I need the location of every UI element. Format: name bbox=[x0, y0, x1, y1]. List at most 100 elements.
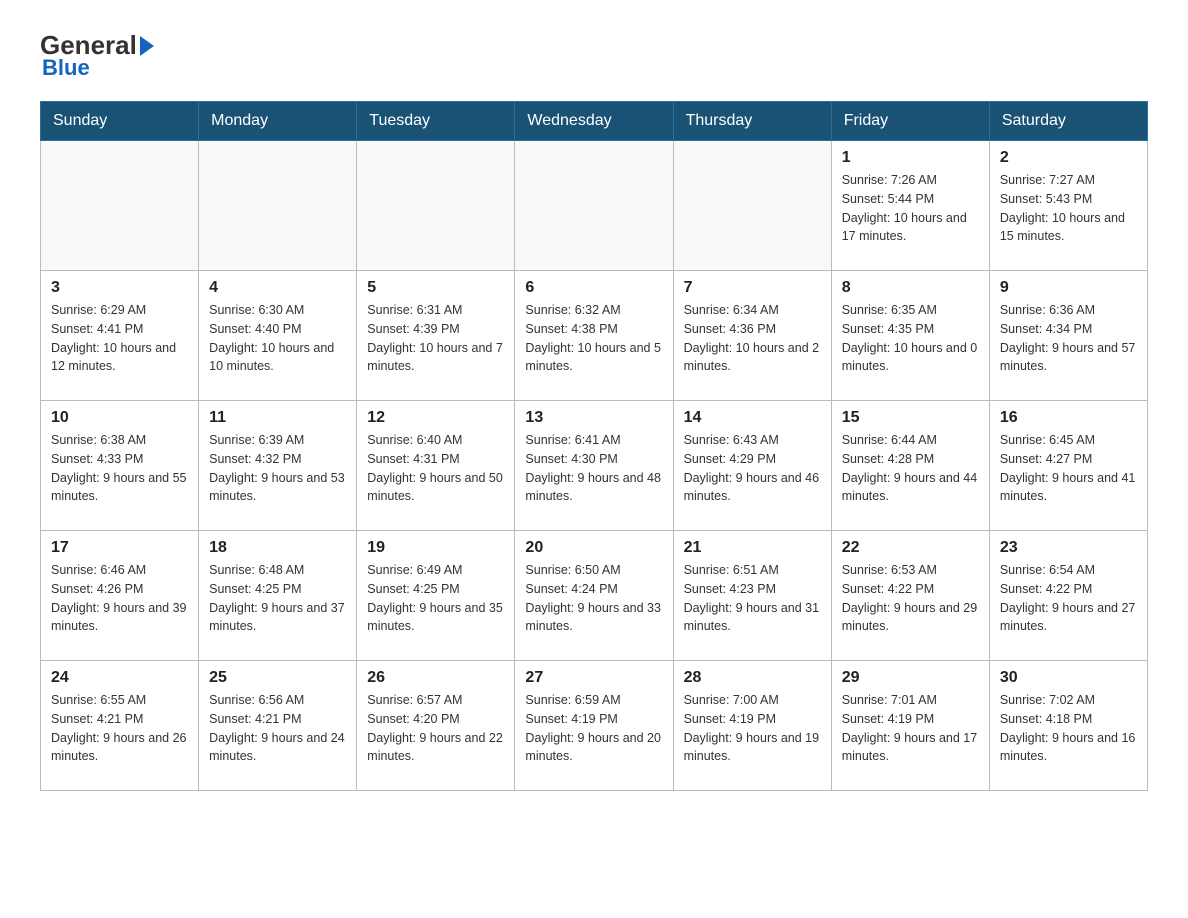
calendar-cell: 28 Sunrise: 7:00 AMSunset: 4:19 PMDayligh… bbox=[673, 661, 831, 791]
day-number: 30 bbox=[1000, 669, 1137, 687]
day-number: 13 bbox=[525, 409, 662, 427]
calendar-cell: 14 Sunrise: 6:43 AMSunset: 4:29 PMDayligh… bbox=[673, 401, 831, 531]
day-info: Sunrise: 6:41 AMSunset: 4:30 PMDaylight:… bbox=[525, 431, 662, 506]
calendar-cell: 12 Sunrise: 6:40 AMSunset: 4:31 PMDayligh… bbox=[357, 401, 515, 531]
weekday-header-tuesday: Tuesday bbox=[357, 102, 515, 141]
day-number: 9 bbox=[1000, 279, 1137, 297]
logo-blue: Blue bbox=[40, 55, 90, 81]
week-row-5: 24Sunrise: 6:55 AMSunset: 4:21 PMDayligh… bbox=[41, 661, 1148, 791]
calendar-cell: 11Sunrise: 6:39 AMSunset: 4:32 PMDayligh… bbox=[199, 401, 357, 531]
calendar-cell: 18 Sunrise: 6:48 AMSunset: 4:25 PMDayligh… bbox=[199, 531, 357, 661]
calendar-cell bbox=[41, 141, 199, 271]
calendar-cell: 8 Sunrise: 6:35 AMSunset: 4:35 PMDaylight… bbox=[831, 271, 989, 401]
logo: General Blue bbox=[40, 30, 156, 81]
day-number: 15 bbox=[842, 409, 979, 427]
calendar-cell: 16 Sunrise: 6:45 AMSunset: 4:27 PMDayligh… bbox=[989, 401, 1147, 531]
logo-arrow-icon bbox=[140, 36, 154, 56]
day-info: Sunrise: 6:40 AMSunset: 4:31 PMDaylight:… bbox=[367, 431, 504, 506]
weekday-header-friday: Friday bbox=[831, 102, 989, 141]
day-info: Sunrise: 6:49 AMSunset: 4:25 PMDaylight:… bbox=[367, 561, 504, 636]
day-info: Sunrise: 6:46 AMSunset: 4:26 PMDaylight:… bbox=[51, 561, 188, 636]
day-info: Sunrise: 7:01 AMSunset: 4:19 PMDaylight:… bbox=[842, 691, 979, 766]
calendar-cell: 4 Sunrise: 6:30 AMSunset: 4:40 PMDaylight… bbox=[199, 271, 357, 401]
calendar-cell: 30 Sunrise: 7:02 AMSunset: 4:18 PMDayligh… bbox=[989, 661, 1147, 791]
weekday-header-thursday: Thursday bbox=[673, 102, 831, 141]
calendar-cell: 26 Sunrise: 6:57 AMSunset: 4:20 PMDayligh… bbox=[357, 661, 515, 791]
page-header: General Blue bbox=[40, 30, 1148, 81]
day-info: Sunrise: 6:38 AMSunset: 4:33 PMDaylight:… bbox=[51, 431, 188, 506]
day-info: Sunrise: 6:43 AMSunset: 4:29 PMDaylight:… bbox=[684, 431, 821, 506]
day-info: Sunrise: 7:26 AMSunset: 5:44 PMDaylight:… bbox=[842, 171, 979, 246]
day-number: 5 bbox=[367, 279, 504, 297]
calendar-cell: 15Sunrise: 6:44 AMSunset: 4:28 PMDayligh… bbox=[831, 401, 989, 531]
calendar-cell: 19 Sunrise: 6:49 AMSunset: 4:25 PMDayligh… bbox=[357, 531, 515, 661]
day-number: 8 bbox=[842, 279, 979, 297]
weekday-header-saturday: Saturday bbox=[989, 102, 1147, 141]
day-number: 14 bbox=[684, 409, 821, 427]
weekday-header-row: SundayMondayTuesdayWednesdayThursdayFrid… bbox=[41, 102, 1148, 141]
day-number: 4 bbox=[209, 279, 346, 297]
week-row-1: 1 Sunrise: 7:26 AMSunset: 5:44 PMDaylight… bbox=[41, 141, 1148, 271]
day-number: 16 bbox=[1000, 409, 1137, 427]
day-number: 25 bbox=[209, 669, 346, 687]
calendar-cell: 21 Sunrise: 6:51 AMSunset: 4:23 PMDayligh… bbox=[673, 531, 831, 661]
day-number: 22 bbox=[842, 539, 979, 557]
day-number: 18 bbox=[209, 539, 346, 557]
calendar-cell: 23 Sunrise: 6:54 AMSunset: 4:22 PMDayligh… bbox=[989, 531, 1147, 661]
calendar-cell: 5 Sunrise: 6:31 AMSunset: 4:39 PMDaylight… bbox=[357, 271, 515, 401]
calendar-cell: 29 Sunrise: 7:01 AMSunset: 4:19 PMDayligh… bbox=[831, 661, 989, 791]
day-info: Sunrise: 6:31 AMSunset: 4:39 PMDaylight:… bbox=[367, 301, 504, 376]
day-number: 21 bbox=[684, 539, 821, 557]
day-number: 1 bbox=[842, 149, 979, 167]
day-number: 7 bbox=[684, 279, 821, 297]
day-info: Sunrise: 6:57 AMSunset: 4:20 PMDaylight:… bbox=[367, 691, 504, 766]
weekday-header-sunday: Sunday bbox=[41, 102, 199, 141]
week-row-3: 10 Sunrise: 6:38 AMSunset: 4:33 PMDayligh… bbox=[41, 401, 1148, 531]
calendar-cell: 10 Sunrise: 6:38 AMSunset: 4:33 PMDayligh… bbox=[41, 401, 199, 531]
calendar-cell: 24Sunrise: 6:55 AMSunset: 4:21 PMDayligh… bbox=[41, 661, 199, 791]
day-number: 19 bbox=[367, 539, 504, 557]
day-number: 6 bbox=[525, 279, 662, 297]
day-number: 29 bbox=[842, 669, 979, 687]
day-number: 20 bbox=[525, 539, 662, 557]
calendar-cell: 2Sunrise: 7:27 AMSunset: 5:43 PMDaylight… bbox=[989, 141, 1147, 271]
day-info: Sunrise: 6:30 AMSunset: 4:40 PMDaylight:… bbox=[209, 301, 346, 376]
calendar-cell: 20Sunrise: 6:50 AMSunset: 4:24 PMDayligh… bbox=[515, 531, 673, 661]
day-number: 24 bbox=[51, 669, 188, 687]
day-info: Sunrise: 6:34 AMSunset: 4:36 PMDaylight:… bbox=[684, 301, 821, 376]
day-info: Sunrise: 7:27 AMSunset: 5:43 PMDaylight:… bbox=[1000, 171, 1137, 246]
calendar-cell: 13 Sunrise: 6:41 AMSunset: 4:30 PMDayligh… bbox=[515, 401, 673, 531]
day-info: Sunrise: 7:02 AMSunset: 4:18 PMDaylight:… bbox=[1000, 691, 1137, 766]
calendar-cell bbox=[199, 141, 357, 271]
day-number: 23 bbox=[1000, 539, 1137, 557]
calendar-cell: 27 Sunrise: 6:59 AMSunset: 4:19 PMDayligh… bbox=[515, 661, 673, 791]
day-info: Sunrise: 7:00 AMSunset: 4:19 PMDaylight:… bbox=[684, 691, 821, 766]
calendar-cell bbox=[357, 141, 515, 271]
day-info: Sunrise: 6:32 AMSunset: 4:38 PMDaylight:… bbox=[525, 301, 662, 376]
day-number: 10 bbox=[51, 409, 188, 427]
week-row-2: 3Sunrise: 6:29 AMSunset: 4:41 PMDaylight… bbox=[41, 271, 1148, 401]
calendar-cell: 1 Sunrise: 7:26 AMSunset: 5:44 PMDaylight… bbox=[831, 141, 989, 271]
day-number: 26 bbox=[367, 669, 504, 687]
day-info: Sunrise: 6:59 AMSunset: 4:19 PMDaylight:… bbox=[525, 691, 662, 766]
day-info: Sunrise: 6:51 AMSunset: 4:23 PMDaylight:… bbox=[684, 561, 821, 636]
weekday-header-wednesday: Wednesday bbox=[515, 102, 673, 141]
day-info: Sunrise: 6:53 AMSunset: 4:22 PMDaylight:… bbox=[842, 561, 979, 636]
week-row-4: 17Sunrise: 6:46 AMSunset: 4:26 PMDayligh… bbox=[41, 531, 1148, 661]
day-info: Sunrise: 6:54 AMSunset: 4:22 PMDaylight:… bbox=[1000, 561, 1137, 636]
calendar-cell: 25Sunrise: 6:56 AMSunset: 4:21 PMDayligh… bbox=[199, 661, 357, 791]
calendar-cell: 3Sunrise: 6:29 AMSunset: 4:41 PMDaylight… bbox=[41, 271, 199, 401]
calendar-cell bbox=[515, 141, 673, 271]
day-number: 28 bbox=[684, 669, 821, 687]
calendar-cell: 22 Sunrise: 6:53 AMSunset: 4:22 PMDayligh… bbox=[831, 531, 989, 661]
day-info: Sunrise: 6:45 AMSunset: 4:27 PMDaylight:… bbox=[1000, 431, 1137, 506]
day-info: Sunrise: 6:48 AMSunset: 4:25 PMDaylight:… bbox=[209, 561, 346, 636]
day-info: Sunrise: 6:35 AMSunset: 4:35 PMDaylight:… bbox=[842, 301, 979, 376]
day-info: Sunrise: 6:39 AMSunset: 4:32 PMDaylight:… bbox=[209, 431, 346, 506]
day-number: 12 bbox=[367, 409, 504, 427]
day-info: Sunrise: 6:36 AMSunset: 4:34 PMDaylight:… bbox=[1000, 301, 1137, 376]
day-number: 27 bbox=[525, 669, 662, 687]
weekday-header-monday: Monday bbox=[199, 102, 357, 141]
calendar-table: SundayMondayTuesdayWednesdayThursdayFrid… bbox=[40, 101, 1148, 791]
calendar-cell bbox=[673, 141, 831, 271]
